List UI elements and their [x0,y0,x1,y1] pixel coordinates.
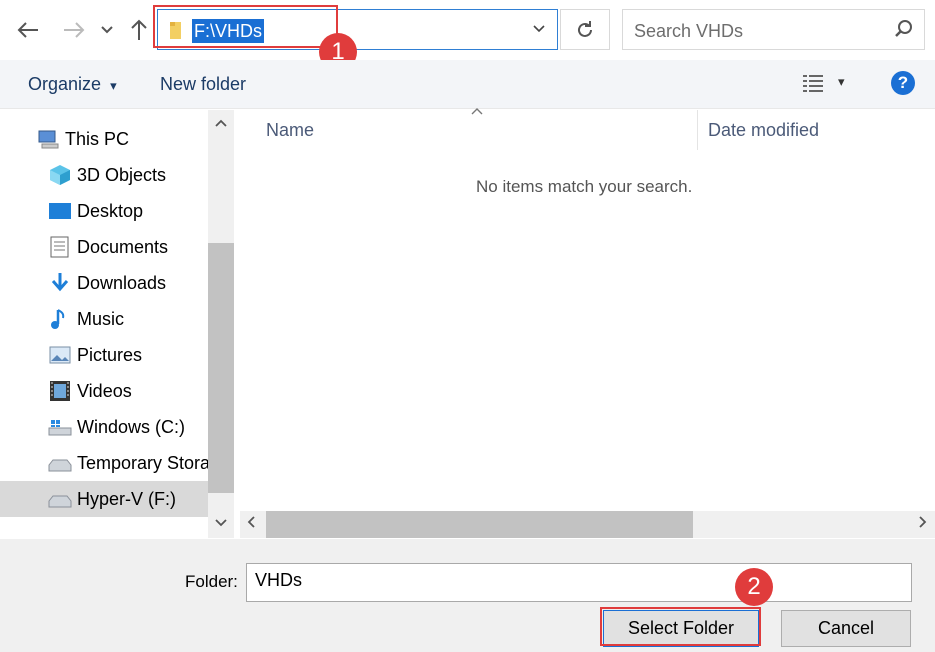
sidebar-item-documents[interactable]: Documents [0,229,208,265]
details-view-icon [803,75,823,92]
sidebar-item-3d-objects[interactable]: 3D Objects [0,157,208,193]
folder-name-input[interactable]: VHDs [246,563,912,602]
help-icon[interactable]: ? [891,71,915,95]
sidebar-item-label: Music [77,308,125,329]
sidebar-item-hyper-v[interactable]: Hyper-V (F:) [0,481,208,517]
scroll-left-icon[interactable] [247,515,255,532]
column-header-date-modified[interactable]: Date modified [708,120,819,141]
sidebar-item-label: Videos [77,380,132,401]
annotation-badge-2: 2 [735,568,773,606]
scroll-down-icon[interactable] [208,514,234,531]
search-input[interactable]: Search VHDs [634,21,743,42]
forward-arrow-icon [64,22,85,38]
computer-icon [38,130,59,149]
view-options-button[interactable] [802,73,824,98]
dialog-footer: Folder: VHDs Select Folder Cancel [0,539,935,652]
document-icon [50,236,69,258]
navigation-pane: This PC 3D Objects Desktop Documents Dow… [0,110,235,538]
sidebar-item-label: Windows (C:) [77,416,186,437]
refresh-button[interactable] [560,9,610,50]
recent-locations-button[interactable] [94,10,120,50]
music-icon [51,309,65,329]
folder-label: Folder: [185,572,238,591]
sidebar-item-label: Documents [77,236,169,257]
sort-ascending-icon [471,104,483,118]
file-list: Name Date modified No items match your s… [236,108,935,538]
sidebar-item-this-pc[interactable]: This PC [0,121,208,157]
drive-icon [48,495,72,508]
navigation-scrollbar-thumb[interactable] [208,243,234,493]
back-arrow-icon [17,22,38,38]
command-bar: Organize ▾ New folder ▾ ? [0,60,935,109]
sidebar-item-downloads[interactable]: Downloads [0,265,208,301]
sidebar-item-pictures[interactable]: Pictures [0,337,208,373]
search-box[interactable]: Search VHDs [622,9,925,50]
new-folder-button[interactable]: New folder [160,74,246,95]
sidebar-item-label: Pictures [77,344,143,365]
sidebar-item-label: Downloads [77,272,167,293]
empty-message: No items match your search. [476,177,693,196]
windows-drive-icon [48,420,72,436]
view-dropdown-icon[interactable]: ▾ [838,74,845,90]
drive-icon [48,459,72,472]
forward-button[interactable] [59,10,89,50]
horizontal-scrollbar-thumb[interactable] [266,511,693,538]
sidebar-item-windows-c[interactable]: Windows (C:) [0,409,208,445]
back-button[interactable] [13,10,43,50]
horizontal-scrollbar[interactable] [240,511,935,538]
sidebar-item-label: Desktop [77,200,144,221]
refresh-icon [578,20,592,37]
column-divider[interactable] [697,110,698,150]
sidebar-item-videos[interactable]: Videos [0,373,208,409]
organize-label: Organize [28,74,102,94]
sidebar-item-label: This PC [65,128,130,149]
picture-icon [49,346,71,364]
download-icon [51,273,69,292]
sidebar-item-label: Hyper-V (F:) [77,488,176,509]
desktop-icon [49,203,71,219]
sidebar-item-music[interactable]: Music [0,301,208,337]
video-icon [50,381,70,401]
chevron-down-icon [101,26,113,34]
scroll-right-icon[interactable] [919,515,927,532]
address-highlight-box [153,5,338,48]
sidebar-item-temporary-storage[interactable]: Temporary Storage (D:) [0,445,208,481]
up-arrow-icon [131,19,147,40]
search-icon[interactable] [894,19,914,39]
sidebar-item-desktop[interactable]: Desktop [0,193,208,229]
organize-caret-icon: ▾ [110,78,117,93]
cube-icon [50,165,70,185]
cancel-button[interactable]: Cancel [781,610,911,647]
column-header-name[interactable]: Name [266,120,314,141]
scroll-up-icon[interactable] [208,114,234,131]
sidebar-item-label: 3D Objects [77,164,167,185]
select-folder-highlight-box [600,607,761,646]
up-button[interactable] [124,10,154,50]
address-dropdown-icon[interactable] [533,20,545,36]
navigation-scrollbar[interactable] [208,110,234,538]
organize-menu[interactable]: Organize ▾ [28,74,117,95]
sidebar-item-label: Temporary Storage (D:) [77,452,208,473]
